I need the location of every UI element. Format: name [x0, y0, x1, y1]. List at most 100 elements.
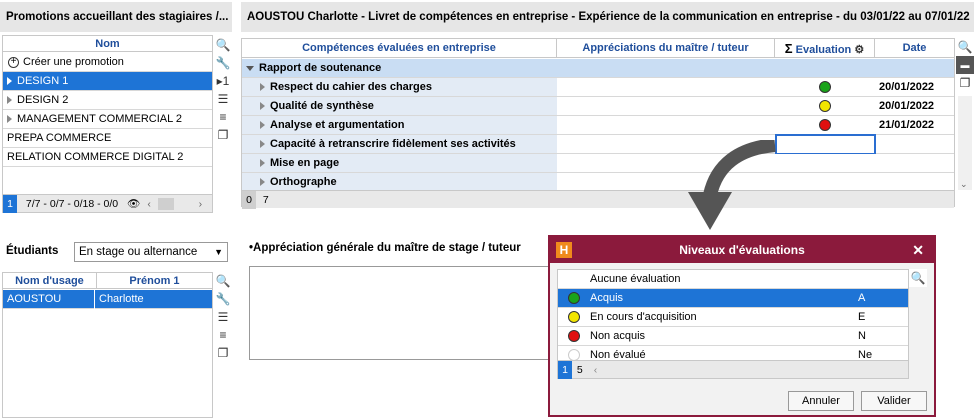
students-filter-select[interactable]: En stage ou alternance ▼ [74, 242, 228, 262]
list-lines-icon[interactable]: ☰ [214, 90, 232, 108]
expand-level-icon[interactable]: ▸1 [214, 72, 232, 90]
evaluation-cell-selected[interactable] [775, 134, 876, 155]
list-item[interactable]: Acquis A [558, 289, 908, 308]
scroll-left-icon[interactable]: ‹ [147, 198, 151, 210]
expand-icon [260, 140, 265, 149]
appreciation-cell[interactable] [557, 97, 775, 115]
column-header-competences[interactable]: Compétences évaluées en entreprise [242, 39, 557, 58]
level-dot-icon [568, 330, 580, 343]
list-item-label: DESIGN 2 [17, 94, 69, 106]
evaluation-cell[interactable] [775, 154, 875, 172]
copy-icon[interactable]: ❐ [214, 126, 232, 144]
validate-button-label: Valider [877, 395, 911, 407]
wrench-icon[interactable]: 🔧 [214, 54, 232, 72]
list-item[interactable]: MANAGEMENT COMMERCIAL 2 [3, 110, 212, 129]
date-cell[interactable]: 20/01/2022 [875, 97, 954, 115]
collapse-all-icon[interactable]: ▬ [956, 56, 974, 74]
competence-label: Mise en page [270, 157, 340, 169]
vertical-scrollbar[interactable]: ⌄ [958, 96, 972, 190]
column-header-label: Appréciations du maître / tuteur [582, 42, 749, 54]
date-cell[interactable] [875, 173, 954, 191]
column-header-appreciations[interactable]: Appréciations du maître / tuteur [557, 39, 775, 58]
date-cell[interactable] [876, 135, 954, 153]
scroll-down-icon[interactable]: ⌄ [960, 179, 968, 190]
evaluation-cell[interactable] [775, 97, 875, 115]
list-item[interactable]: En cours d'acquisition E [558, 308, 908, 327]
appreciation-cell[interactable] [557, 116, 775, 134]
search-icon[interactable]: 🔍 [214, 36, 232, 54]
date-cell[interactable] [875, 154, 954, 172]
cancel-button-label: Annuler [802, 395, 840, 407]
scroll-thumb[interactable] [157, 198, 174, 211]
level-dot-icon [568, 311, 580, 324]
group-row[interactable]: Rapport de soutenance [242, 59, 954, 78]
column-header-label: Compétences évaluées en entreprise [302, 42, 496, 54]
table-row[interactable]: Analyse et argumentation 21/01/2022 [242, 116, 954, 135]
copy-icon[interactable]: ❐ [956, 74, 974, 92]
table-row[interactable]: AOUSTOU Charlotte [3, 290, 212, 309]
scroll-right-icon[interactable]: › [199, 198, 203, 210]
date-cell[interactable]: 21/01/2022 [875, 116, 954, 134]
student-nom: AOUSTOU [3, 290, 95, 309]
levels-header-row[interactable]: Aucune évaluation [558, 270, 908, 289]
list-item-label: MANAGEMENT COMMERCIAL 2 [17, 113, 183, 125]
evaluation-cell[interactable] [775, 173, 875, 191]
list-item[interactable]: RELATION COMMERCE DIGITAL 2 [3, 148, 212, 167]
evaluation-cell[interactable] [775, 116, 875, 134]
main-title: AOUSTOU Charlotte - Livret de compétence… [247, 11, 970, 23]
appreciation-cell[interactable] [557, 78, 775, 96]
list-item[interactable]: DESIGN 1 [3, 72, 212, 91]
table-row[interactable]: Respect du cahier des charges 20/01/2022 [242, 78, 954, 97]
column-header-prenom[interactable]: Prénom 1 [97, 273, 212, 289]
eye-hidden-icon[interactable]: 👁 [127, 198, 140, 210]
scroll-left-icon[interactable]: ‹ [594, 364, 598, 376]
dialog-titlebar: H Niveaux d'évaluations ✕ [550, 237, 934, 263]
column-header-nom[interactable]: Nom [3, 36, 212, 52]
table-row[interactable]: Capacité à retranscrire fidèlement ses a… [242, 134, 954, 155]
validate-button[interactable]: Valider [861, 391, 927, 411]
evaluation-cell[interactable] [775, 78, 875, 96]
cancel-button[interactable]: Annuler [788, 391, 854, 411]
list-item-label: DESIGN 1 [17, 75, 69, 87]
level-dot-icon [568, 292, 580, 305]
expand-icon [7, 96, 12, 105]
column-header-evaluation[interactable]: Σ Evaluation ⚙ [775, 39, 875, 58]
list-item[interactable]: Non acquis N [558, 327, 908, 346]
group-label: Rapport de soutenance [259, 62, 382, 74]
search-icon[interactable]: 🔍 [214, 272, 232, 290]
list-item-label: PREPA COMMERCE [7, 132, 112, 144]
levels-list: Aucune évaluation Acquis A En cours d'acq… [557, 269, 909, 379]
evaluation-dot-icon [819, 81, 831, 94]
column-header-label: Nom [95, 38, 120, 50]
collapse-lines-icon[interactable]: ≡ [214, 326, 232, 344]
list-item[interactable]: DESIGN 2 [3, 91, 212, 110]
search-icon[interactable]: 🔍 [909, 269, 927, 287]
appreciation-textarea[interactable] [249, 266, 551, 360]
table-row[interactable]: Mise en page [242, 154, 954, 173]
close-icon[interactable]: ✕ [912, 237, 924, 263]
promotions-title: Promotions accueillant des stagiaires /.… [6, 11, 229, 23]
wrench-icon[interactable]: 🔧 [214, 290, 232, 308]
level-code: A [858, 292, 866, 304]
dialog-title: Niveaux d'évaluations [679, 243, 805, 257]
sigma-icon: Σ [784, 41, 793, 56]
copy-icon[interactable]: ❐ [214, 344, 232, 362]
levels-header-label: Aucune évaluation [590, 273, 681, 285]
levels-count: 5 [576, 364, 583, 376]
level-label: Non acquis [590, 330, 646, 342]
gear-icon[interactable]: ⚙ [854, 44, 864, 56]
competences-toolbar: 🔍 ▬ ❐ [956, 38, 974, 92]
list-item[interactable]: PREPA COMMERCE [3, 129, 212, 148]
search-icon[interactable]: 🔍 [956, 38, 974, 56]
competence-label: Capacité à retranscrire fidèlement ses a… [270, 138, 516, 150]
list-lines-icon[interactable]: ☰ [214, 308, 232, 326]
table-row[interactable]: Qualité de synthèse 20/01/2022 [242, 97, 954, 116]
students-toolbar: 🔍 🔧 ☰ ≡ ❐ [214, 272, 232, 362]
column-header-date[interactable]: Date [875, 39, 954, 58]
collapse-lines-icon[interactable]: ≡ [214, 108, 232, 126]
evaluation-dot-icon [819, 119, 831, 132]
create-promotion-item[interactable]: + Créer une promotion [3, 53, 212, 72]
date-cell[interactable]: 20/01/2022 [875, 78, 954, 96]
evaluation-dot-icon [819, 100, 831, 113]
column-header-nom-usage[interactable]: Nom d'usage [3, 273, 97, 289]
